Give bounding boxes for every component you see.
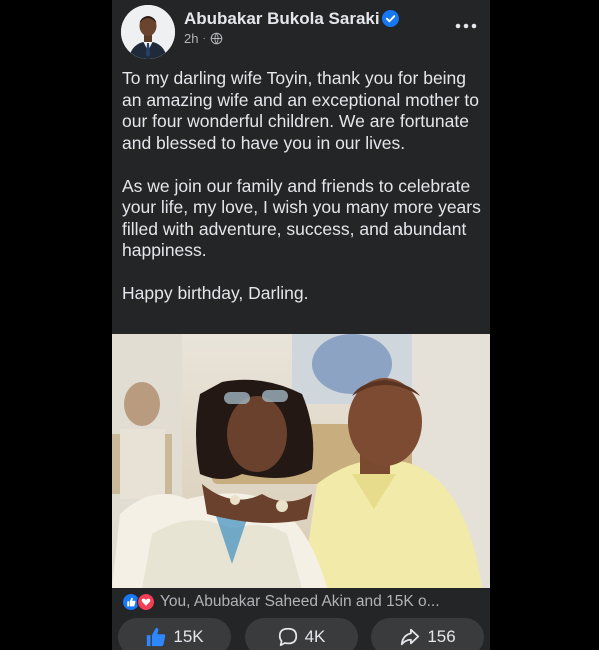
meta-separator: · [202, 33, 206, 44]
more-options-icon[interactable] [454, 14, 478, 38]
share-button[interactable]: 156 [371, 618, 484, 650]
verified-badge-icon [382, 10, 399, 27]
share-count: 156 [427, 627, 456, 646]
post-paragraph: Happy birthday, Darling. [122, 283, 309, 303]
thumbs-up-icon [147, 627, 166, 647]
post-timestamp[interactable]: 2h [184, 31, 198, 46]
author-name[interactable]: Abubakar Bukola Saraki [184, 9, 380, 29]
facebook-post: Abubakar Bukola Saraki 2h · To my darlin… [112, 0, 490, 650]
comment-count: 4K [304, 627, 326, 646]
author-avatar[interactable] [121, 5, 175, 59]
share-icon [401, 628, 420, 646]
post-text: To my darling wife Toyin, thank you for … [122, 68, 482, 326]
avatar-photo [121, 5, 175, 59]
post-paragraph: As we join our family and friends to cel… [122, 175, 481, 261]
reactions-summary-text[interactable]: You, Abubakar Saheed Akin and 15K o... [160, 593, 440, 611]
like-count: 15K [173, 627, 204, 646]
globe-icon [210, 32, 223, 45]
reactions-summary[interactable]: You, Abubakar Saheed Akin and 15K o... [112, 588, 490, 616]
reaction-icons [122, 593, 155, 611]
post-photo[interactable] [112, 334, 490, 588]
post-meta: 2h · [184, 31, 223, 46]
couple-photo [112, 334, 490, 588]
comment-icon [278, 627, 297, 647]
comment-button[interactable]: 4K [244, 618, 358, 650]
post-header: Abubakar Bukola Saraki 2h · [112, 0, 490, 62]
post-actions: 15K 4K 156 [112, 618, 490, 650]
like-button[interactable]: 15K [118, 618, 231, 650]
post-paragraph: To my darling wife Toyin, thank you for … [122, 68, 480, 153]
love-icon [137, 593, 155, 611]
